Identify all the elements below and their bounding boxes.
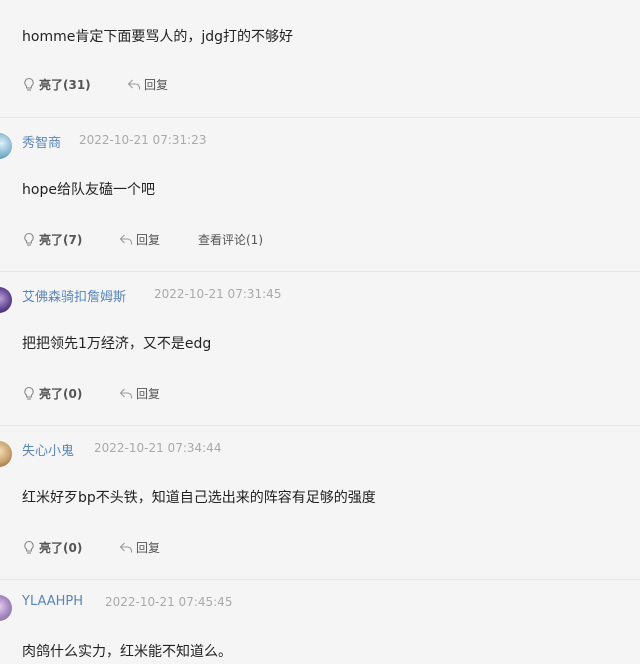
timestamp: 2022-10-21 07:45:45 xyxy=(105,595,233,609)
like-count: 亮了(7) xyxy=(39,233,83,247)
timestamp: 2022-10-21 07:34:44 xyxy=(94,441,222,455)
reply-button[interactable]: 回复 xyxy=(119,231,160,248)
reply-arrow-icon xyxy=(127,79,141,90)
like-count: 亮了(0) xyxy=(39,387,83,401)
reply-label: 回复 xyxy=(144,78,169,92)
reply-arrow-icon xyxy=(119,542,133,553)
like-button[interactable]: 亮了(0) xyxy=(22,385,82,402)
avatar[interactable] xyxy=(0,133,12,159)
lightbulb-icon xyxy=(24,386,34,400)
reply-button[interactable]: 回复 xyxy=(119,385,160,402)
reply-label: 回复 xyxy=(136,233,161,247)
like-count: 亮了(0) xyxy=(39,541,83,555)
reply-arrow-icon xyxy=(119,388,133,399)
comment-item: homme肯定下面要骂人的，jdg打的不够好 亮了(31) 回复 xyxy=(0,0,640,118)
comment-text: homme肯定下面要骂人的，jdg打的不够好 xyxy=(22,29,293,45)
comment-text: 红米好歹bp不头铁，知道自己选出来的阵容有足够的强度 xyxy=(22,490,376,506)
comment-feed: homme肯定下面要骂人的，jdg打的不够好 亮了(31) 回复 秀智商 202… xyxy=(0,0,640,664)
comment-item: 秀智商 2022-10-21 07:31:23 hope给队友磕一个吧 亮了(7… xyxy=(0,117,640,272)
like-button[interactable]: 亮了(7) xyxy=(22,231,82,248)
comment-text: hope给队友磕一个吧 xyxy=(22,182,155,198)
reply-label: 回复 xyxy=(136,387,161,401)
lightbulb-icon xyxy=(24,232,34,246)
comment-item: YLAAHPH 2022-10-21 07:45:45 肉鸽什么实力，红米能不知… xyxy=(0,579,640,664)
reply-arrow-icon xyxy=(119,234,133,245)
username[interactable]: 艾佛森骑扣詹姆斯 xyxy=(22,286,126,305)
like-count: 亮了(31) xyxy=(39,78,91,92)
avatar[interactable] xyxy=(0,595,12,621)
comment-item: 艾佛森骑扣詹姆斯 2022-10-21 07:31:45 把把领先1万经济，又不… xyxy=(0,271,640,426)
comment-text: 肉鸽什么实力，红米能不知道么。 xyxy=(22,644,232,660)
comment-item: 失心小鬼 2022-10-21 07:34:44 红米好歹bp不头铁，知道自己选… xyxy=(0,425,640,580)
reply-label: 回复 xyxy=(136,541,161,555)
view-comments-label: 查看评论(1) xyxy=(198,233,263,247)
view-comments-link[interactable]: 查看评论(1) xyxy=(198,231,263,248)
avatar[interactable] xyxy=(0,287,12,313)
lightbulb-icon xyxy=(24,540,34,554)
reply-button[interactable]: 回复 xyxy=(127,76,168,93)
timestamp: 2022-10-21 07:31:45 xyxy=(154,287,282,301)
reply-button[interactable]: 回复 xyxy=(119,539,160,556)
avatar[interactable] xyxy=(0,441,12,467)
username[interactable]: YLAAHPH xyxy=(22,594,83,609)
lightbulb-icon xyxy=(24,77,34,91)
like-button[interactable]: 亮了(0) xyxy=(22,539,82,556)
username[interactable]: 失心小鬼 xyxy=(22,440,74,459)
username[interactable]: 秀智商 xyxy=(22,132,61,151)
timestamp: 2022-10-21 07:31:23 xyxy=(79,133,207,147)
comment-text: 把把领先1万经济，又不是edg xyxy=(22,336,212,352)
like-button[interactable]: 亮了(31) xyxy=(22,76,91,93)
